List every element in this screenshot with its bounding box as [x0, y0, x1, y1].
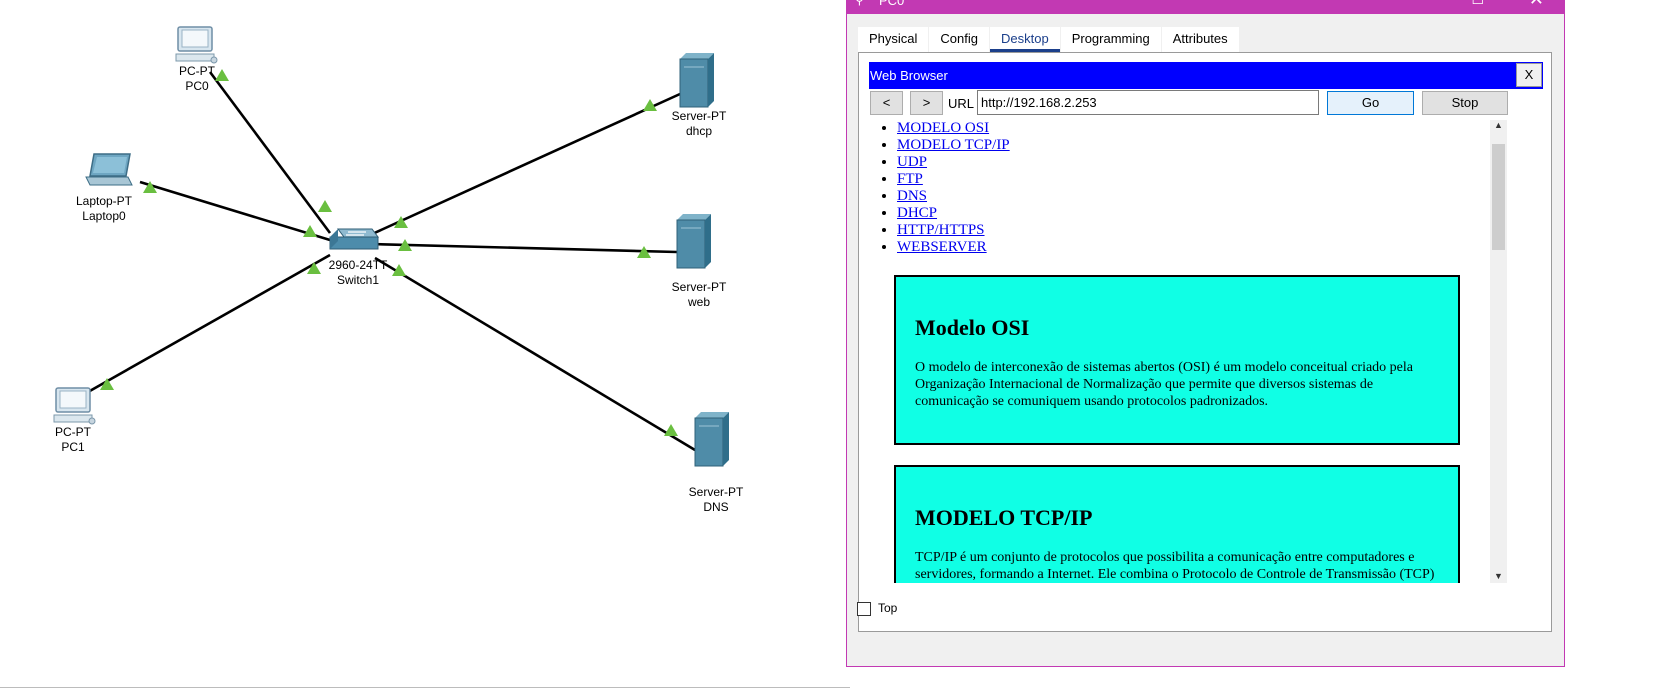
pc1-type-label: PC-PT [55, 425, 91, 439]
list-item: MODELO TCP/IP [897, 137, 1010, 154]
links [87, 71, 696, 452]
pc1-name-label: PC1 [61, 440, 85, 454]
link-dns-switch1[interactable] [374, 256, 696, 452]
link-up-marker [664, 424, 678, 436]
browser-page-view[interactable]: MODELO OSI MODELO TCP/IP UDP FTP DNS DHC… [869, 120, 1489, 583]
list-item: HTTP/HTTPS [897, 222, 1010, 239]
section-modelo-osi: Modelo OSI O modelo de interconexão de s… [894, 275, 1460, 445]
back-button[interactable]: < [870, 91, 903, 115]
pc0-name-label: PC0 [185, 79, 209, 93]
toc-link-modelo-osi[interactable]: MODELO OSI [897, 120, 989, 136]
pc0-window[interactable]: ⚲ PC0 ☐ ✕ Physical Config Desktop Progra… [846, 0, 1565, 667]
list-item: WEBSERVER [897, 239, 1010, 256]
toc-link-udp[interactable]: UDP [897, 154, 927, 170]
list-item: DHCP [897, 205, 1010, 222]
page-scrollbar[interactable]: ▲ ▼ [1490, 120, 1507, 583]
section-body: TCP/IP é um conjunto de protocolos que p… [915, 550, 1435, 582]
tab-desktop[interactable]: Desktop [990, 27, 1060, 52]
laptop0-name-label: Laptop0 [82, 209, 126, 223]
window-titlebar[interactable]: ⚲ PC0 ☐ ✕ [847, 0, 1564, 14]
section-body: O modelo de interconexão de sistemas abe… [915, 360, 1413, 409]
toc-link-http-https[interactable]: HTTP/HTTPS [897, 222, 985, 238]
section-heading: Modelo OSI [915, 315, 1030, 340]
tab-physical[interactable]: Physical [858, 27, 929, 52]
section-heading: MODELO TCP/IP [915, 505, 1093, 530]
dhcp-label: Server-PT dhcp [672, 109, 727, 139]
pc0-label: PC-PT PC0 [179, 64, 215, 94]
web-browser-close-button[interactable]: X [1516, 63, 1542, 87]
url-input[interactable]: http://192.168.2.253 [977, 90, 1319, 115]
stop-button[interactable]: Stop [1422, 91, 1508, 115]
list-item: UDP [897, 154, 1010, 171]
pc0-type-label: PC-PT [179, 64, 215, 78]
maximize-icon[interactable]: ☐ [1471, 0, 1484, 8]
toc-link-dhcp[interactable]: DHCP [897, 205, 937, 221]
web-browser-title: Web Browser [870, 68, 948, 83]
tab-config[interactable]: Config [929, 27, 989, 52]
list-item: MODELO OSI [897, 120, 1010, 137]
network-topology-canvas[interactable]: PC-PT PC0 Laptop-PT Laptop0 PC-PT PC1 29… [0, 0, 850, 691]
web-label: Server-PT web [672, 280, 727, 310]
link-dhcp-switch1[interactable] [369, 92, 681, 237]
scroll-up-icon[interactable]: ▲ [1494, 120, 1503, 130]
link-web-switch1[interactable] [369, 242, 678, 254]
switch1-type-label: 2960-24TT [328, 258, 388, 272]
dhcp-name-label: dhcp [685, 124, 713, 138]
link-pc1-switch1[interactable] [87, 253, 331, 394]
web-type-label: Server-PT [671, 280, 727, 294]
toc-link-webserver[interactable]: WEBSERVER [897, 239, 987, 255]
toc-link-ftp[interactable]: FTP [897, 171, 923, 187]
section-modelo-tcpip: MODELO TCP/IP TCP/IP é um conjunto de pr… [894, 465, 1460, 583]
canvas-bottom-rule [0, 687, 850, 688]
close-icon[interactable]: ✕ [1529, 0, 1544, 10]
dns-type-label: Server-PT [688, 485, 744, 499]
desktop-panel: Web Browser X < > URL http://192.168.2.2… [858, 52, 1552, 632]
window-tabs: Physical Config Desktop Programming Attr… [858, 27, 1240, 52]
pc1-icon[interactable] [53, 387, 96, 425]
list-item: FTP [897, 171, 1010, 188]
search-icon: ⚲ [855, 0, 864, 7]
page-toc-list: MODELO OSI MODELO TCP/IP UDP FTP DNS DHC… [877, 120, 1010, 256]
scrollbar-thumb[interactable] [1492, 144, 1505, 250]
link-up-marker [318, 200, 332, 212]
link-laptop0-switch1[interactable] [139, 180, 331, 242]
toc-link-modelo-tcpip[interactable]: MODELO TCP/IP [897, 137, 1010, 153]
dns-label: Server-PT DNS [689, 485, 744, 515]
link-status-markers [100, 69, 678, 436]
web-browser-titlebar: Web Browser X [869, 62, 1543, 89]
top-checkbox[interactable] [857, 602, 871, 616]
dhcp-server-icon[interactable] [679, 53, 714, 108]
toc-link-dns[interactable]: DNS [897, 188, 927, 204]
url-label: URL [948, 96, 975, 111]
laptop0-type-label: Laptop-PT [75, 194, 133, 208]
scroll-down-icon[interactable]: ▼ [1494, 571, 1503, 581]
dns-name-label: DNS [703, 500, 729, 514]
tab-programming[interactable]: Programming [1060, 27, 1161, 52]
switch1-label: 2960-24TT Switch1 [329, 258, 388, 288]
window-title: PC0 [879, 0, 905, 8]
tab-attributes[interactable]: Attributes [1161, 27, 1239, 52]
go-button[interactable]: Go [1327, 91, 1414, 115]
dhcp-type-label: Server-PT [671, 109, 727, 123]
forward-button[interactable]: > [910, 91, 943, 115]
top-checkbox-label: Top [878, 601, 898, 615]
web-name-label: web [687, 295, 710, 309]
topology-svg [53, 26, 729, 467]
dns-server-icon[interactable] [694, 412, 729, 467]
web-server-icon[interactable] [676, 214, 711, 269]
laptop0-icon[interactable] [85, 153, 133, 186]
switch1-icon[interactable] [329, 228, 379, 250]
laptop0-label: Laptop-PT Laptop0 [76, 194, 132, 224]
pc0-icon[interactable] [175, 26, 218, 64]
link-up-marker [303, 225, 317, 237]
link-up-marker [215, 69, 229, 81]
list-item: DNS [897, 188, 1010, 205]
switch1-name-label: Switch1 [336, 273, 380, 287]
pc1-label: PC-PT PC1 [55, 425, 91, 455]
